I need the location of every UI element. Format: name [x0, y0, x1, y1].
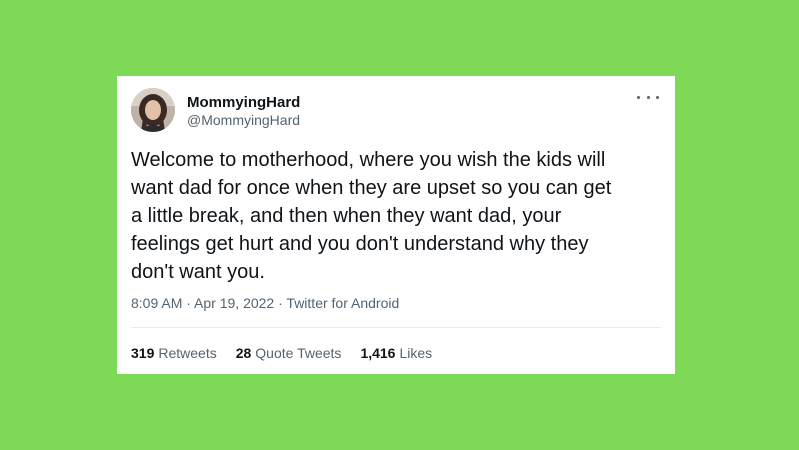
dot — [656, 95, 659, 99]
retweets-count: 319 — [131, 345, 155, 361]
tweet-card: MommyingHard @MommyingHard Welcome to mo… — [117, 76, 675, 374]
retweets-label: Retweets — [158, 345, 217, 361]
tweet-meta: 8:09 AM · Apr 19, 2022 · Twitter for And… — [131, 295, 399, 311]
tweet-time[interactable]: 8:09 AM — [131, 295, 182, 311]
author-name[interactable]: MommyingHard — [187, 94, 300, 111]
divider — [131, 327, 661, 328]
tweet-source[interactable]: Twitter for Android — [286, 295, 399, 311]
quote-tweets-label: Quote Tweets — [255, 345, 342, 361]
more-options-icon[interactable] — [637, 90, 659, 104]
likes-label: Likes — [399, 345, 433, 361]
tweet-stats: 319 Retweets 28 Quote Tweets 1,416 Likes — [131, 345, 432, 361]
quote-tweets-count: 28 — [235, 345, 252, 361]
likes-count: 1,416 — [360, 345, 396, 361]
dot — [646, 95, 650, 99]
quote-tweets-stat[interactable]: 28 Quote Tweets — [236, 345, 342, 361]
avatar-photo-icon — [131, 88, 175, 132]
meta-separator: · — [182, 295, 195, 311]
retweets-stat[interactable]: 319 Retweets — [131, 345, 217, 361]
meta-separator: · — [274, 295, 287, 311]
tweet-text: Welcome to motherhood, where you wish th… — [131, 149, 612, 283]
avatar[interactable] — [131, 88, 175, 132]
likes-stat[interactable]: 1,416 Likes — [360, 345, 432, 361]
tweet-date[interactable]: Apr 19, 2022 — [194, 295, 274, 311]
author-handle[interactable]: @MommyingHard — [187, 112, 300, 128]
dot — [637, 95, 640, 99]
